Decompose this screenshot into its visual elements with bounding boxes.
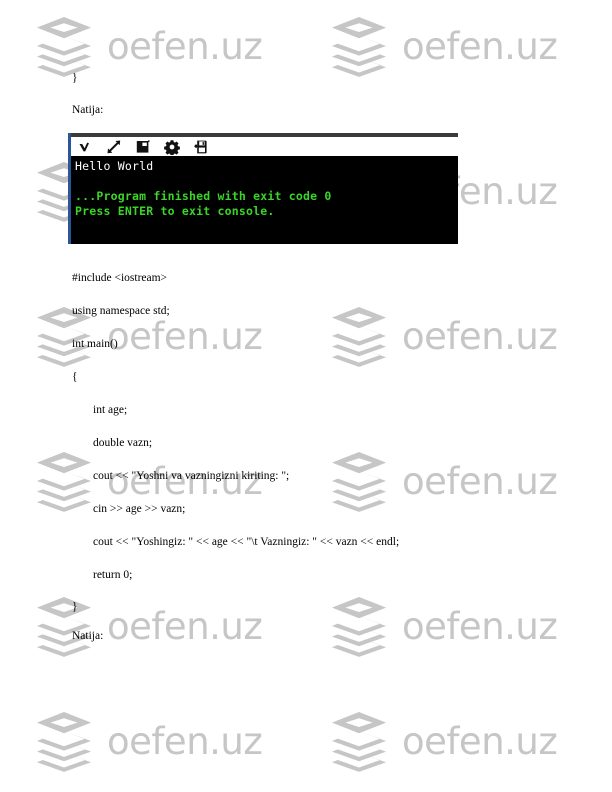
code-line-1: using namespace std; <box>72 305 170 317</box>
code-line-3: { <box>72 371 78 383</box>
code-line-5: double vazn; <box>93 437 153 449</box>
console-output-line-2: ...Program finished with exit code 0 <box>75 189 332 203</box>
doc-line-bottom-0: Natija: <box>72 630 104 642</box>
code-line-7: cin >> age >> vazn; <box>93 503 186 515</box>
code-line-2: int main() <box>72 338 118 350</box>
console-output-line-1 <box>75 174 458 189</box>
save-disk-icon[interactable] <box>193 139 209 155</box>
code-line-10: } <box>72 601 78 613</box>
console-output-line-0: Hello World <box>75 159 154 173</box>
chevron-down-icon[interactable] <box>77 139 93 155</box>
window-panel-icon[interactable] <box>135 139 151 155</box>
code-line-8: cout << "Yoshingiz: " << age << "\t Vazn… <box>93 536 400 548</box>
code-line-4: int age; <box>93 404 128 416</box>
doc-line-0: } <box>72 72 78 84</box>
console-toolbar[interactable] <box>71 137 458 156</box>
code-line-9: return 0; <box>93 569 133 581</box>
code-line-6: cout << "Yoshni va vazningizni kiriting:… <box>93 470 290 482</box>
gear-icon[interactable] <box>164 139 180 156</box>
console-output-line-3: Press ENTER to exit console. <box>75 204 275 218</box>
expand-arrows-icon[interactable] <box>106 139 122 155</box>
doc-line-1: Natija: <box>72 104 104 116</box>
console-output: Hello World ...Program finished with exi… <box>71 156 458 244</box>
code-line-0: #include <iostream> <box>72 272 168 284</box>
document-content: } Natija: Hello World ...Program finishe… <box>0 0 612 792</box>
console-window[interactable]: Hello World ...Program finished with exi… <box>68 133 458 244</box>
